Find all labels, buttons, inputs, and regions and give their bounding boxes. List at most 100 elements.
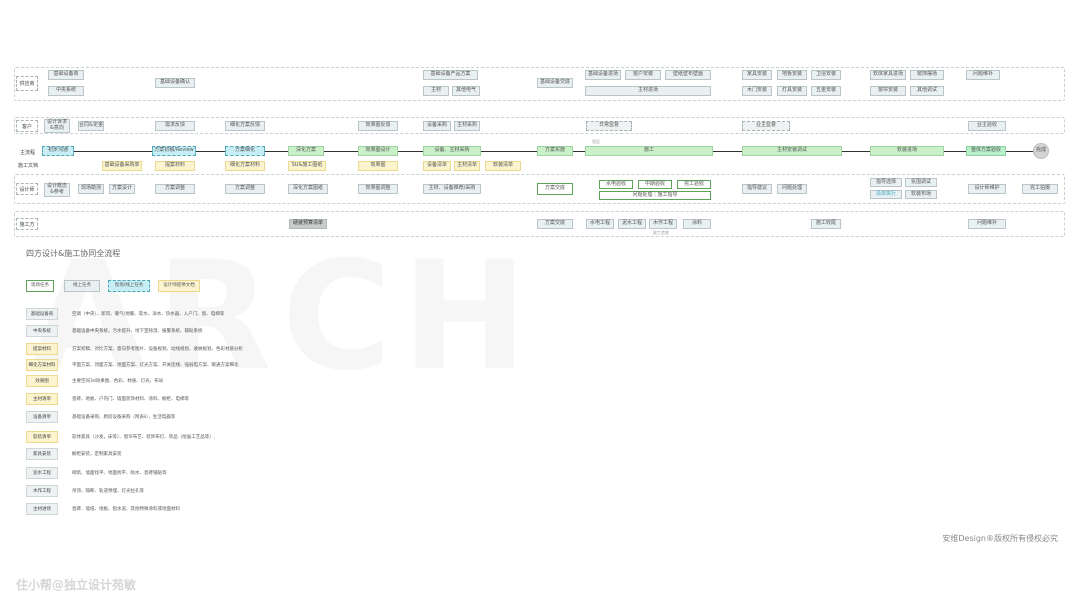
node-basic-product-plan: 基础设备产品方案	[423, 70, 478, 80]
node-guide-select: 指导选择	[870, 178, 902, 187]
legend-tag: 泥水工程	[26, 467, 58, 479]
node-first-comm: 初步沟通	[42, 146, 74, 156]
section-title: 四方设计&施工协同全流程	[26, 249, 121, 258]
node-plan-deepen: 方案细化	[225, 146, 265, 156]
node-soft-layout: 软装布场	[905, 190, 937, 199]
legend-desc: 方案初稿、对比方案、意向参考图片、设备规划、动线规划、收纳规划、色彩材质分析	[72, 347, 243, 352]
node-finish: 完成	[1033, 143, 1049, 159]
node-soft-list: 软装清单	[485, 161, 521, 171]
node-plan-implement: 方案实施	[537, 146, 573, 156]
tiny-mark: 竣工验收	[653, 230, 669, 235]
legend-tag: 细化方案材料	[26, 359, 58, 371]
node-tile: 泥水工程	[618, 219, 646, 229]
node-guide-suggest: 指导建议	[742, 184, 772, 194]
legend-desc: 基础设备中央系统，污水提升、地下室除湿、报警系统、辅助系统	[72, 329, 203, 334]
node-curtain: 窗饰摆场	[910, 70, 944, 80]
node-equip-purchase: 设备采购	[423, 121, 451, 131]
node-finish-clean: 施工收尾	[811, 219, 841, 229]
lane-label-main: 主流程	[20, 150, 36, 156]
legend-desc: 砌筑、墙面找平、地面找平、防水、瓷砖铺贴等	[72, 471, 167, 476]
node-deep-drawing: 深化方案图纸	[288, 184, 328, 194]
legend-tag: 效果图	[26, 375, 58, 387]
node-equip-list: 设备清单	[423, 161, 451, 171]
node-mid-accept: 中期验收	[638, 180, 672, 189]
node-deepen-feedback: 细化方案反馈	[225, 121, 265, 131]
legend-desc: 软体家具（沙发，床等）、窗帘布艺、装饰布灯、饰品（绘画工艺品等）,	[72, 435, 216, 440]
node-design-concept: 设计概念 &参考	[44, 183, 70, 197]
legend-offline: 现场任务	[26, 280, 54, 292]
node-owner-accept: 业主验收	[968, 121, 1006, 131]
legend-desc: 瓷砖、地板、户内门、墙面装饰材料、涂料、橱柜、电梯等	[72, 397, 189, 402]
node-hard-budget: 硬装预算清单	[289, 219, 327, 229]
node-daily-supervise: 日常监督	[586, 121, 632, 131]
node-wallpaper: 壁纸壁布壁画	[665, 70, 711, 80]
legend-desc: 橱柜安装，定制家具安装	[72, 452, 122, 457]
node-finish-shoot: 完工拍摄	[1022, 184, 1058, 194]
node-plan-adjust: 方案调整	[155, 184, 195, 194]
lane-label-supplier: 供应商	[16, 76, 38, 91]
node-complete-accept: 完工验收	[677, 180, 711, 189]
node-wood-door: 木门安装	[742, 86, 772, 96]
legend-tag: 主材进场	[26, 503, 58, 515]
legend-tag: 主材清单	[26, 393, 58, 405]
legend-tag: 木作工程	[26, 485, 58, 497]
legend-tag: 中央系统	[26, 325, 58, 337]
node-checklist: 清单执行	[870, 190, 902, 199]
node-paint: 涂料	[683, 219, 711, 229]
node-plan-handover-construction: 方案交底	[537, 219, 573, 229]
node-hydro: 水电工程	[586, 219, 614, 229]
copyright: 安维Design®版权所有侵权必究	[942, 534, 1058, 543]
legend-online-offline: 现场/线上任务	[108, 280, 150, 292]
node-central-system: 中央系统	[48, 86, 84, 96]
legend-desc: 吊顶、隔断、轨道预埋、灯光拉孔等	[72, 489, 144, 494]
node-main-purchase: 主材采购	[454, 121, 480, 131]
node-site-survey: 现场勘测	[78, 184, 104, 194]
lane-label-customer: 客户	[16, 120, 38, 132]
node-floor-install: 地板安装	[777, 70, 807, 80]
node-issue-repair-con: 问题维补	[968, 219, 1006, 229]
node-furniture-install: 家具安装	[742, 70, 772, 80]
node-equip-main-purchase: 设备、主材采购	[423, 146, 481, 156]
node-deep-plan: 深化方案	[288, 146, 324, 156]
node-deepen-material: 细化方案材料	[225, 161, 265, 171]
legend-desc: 空调（中央）、新风、暖气/地暖、软水、净水、热水器、入户门、窗、电梯等	[72, 312, 225, 317]
node-plan-proposal: 方案初稿/Review	[152, 146, 196, 156]
legend-tag: 设备清单	[26, 411, 58, 423]
node-main-list: 主材清单	[454, 161, 480, 171]
legend-tag: 提案材料	[26, 343, 58, 355]
lane-label-construction: 施工方	[16, 218, 38, 230]
node-contract: 合同&定金	[78, 121, 104, 131]
node-main-recommend: 主材、设备推荐/采购	[423, 184, 481, 194]
node-plan-adjust-2: 方案调整	[225, 184, 265, 194]
node-cad-drawing: SU&施工图纸	[288, 161, 326, 171]
node-basic-handover: 基础设备交底	[537, 78, 573, 88]
lane-label-doc: 施工文档	[18, 163, 39, 169]
node-plan-design: 方案设计	[109, 184, 135, 194]
lane-label-designer: 设计师	[16, 183, 38, 195]
node-construction: 施工	[585, 146, 713, 156]
node-lamp-install: 灯具安装	[777, 86, 807, 96]
node-effect-design: 效果图设计	[358, 146, 398, 156]
node-other-debug: 其他调试	[910, 86, 944, 96]
node-other-elec: 其他电气	[452, 86, 480, 96]
legend-online: 线上任务	[64, 280, 100, 292]
legend-desc: 平面方案、顶面方案、地面方案、灯光方案、开关连线、强弱电方案、暖通方案细化	[72, 363, 239, 368]
node-bath-install: 卫浴安装	[811, 70, 841, 80]
node-fixture-debug: 氛围调试	[905, 178, 937, 187]
legend-tag: 基础设备商	[26, 308, 58, 320]
node-basic-confirm: 基础设备确认	[155, 78, 195, 88]
node-issue-guide: 问题处理｜施工指导	[599, 191, 711, 200]
node-effect-adjust: 效果图调整	[358, 184, 398, 194]
node-effect-image: 效果图	[358, 161, 398, 171]
node-needs-confirm: 需求反馈	[155, 121, 195, 131]
node-plan-handover-designer: 方案交底	[537, 183, 573, 195]
node-overall-accept: 整体方案验收	[966, 146, 1006, 156]
node-owner-supervise: 业主监督	[742, 121, 790, 131]
arrow-label-verify: 验证	[592, 139, 600, 144]
node-basic-list: 基础设备采购单	[102, 161, 142, 171]
legend-desc: 主要空间3d效果图、色彩、材质、灯光、布局	[72, 379, 164, 384]
node-basic-entry: 基础设备进场	[585, 70, 621, 80]
legend-desc: 瓷砖、墙纸、地板、铝水泥、其他特殊涂料或地面材料	[72, 507, 180, 512]
node-curtain-install: 窗帘安装	[870, 86, 906, 96]
node-issue-repair-sup: 问题维补	[966, 70, 1000, 80]
